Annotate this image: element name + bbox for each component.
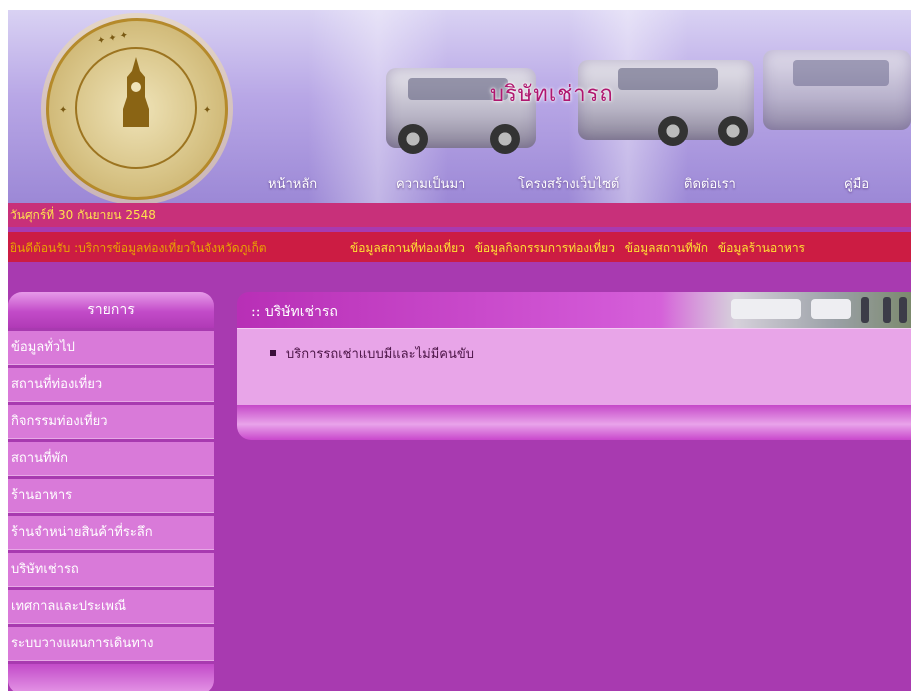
welcome-ticker: ยินดีต้อนรับ :บริการข้อมูลท่องเที่ยวในจั… <box>8 232 911 262</box>
welcome-text: ยินดีต้อนรับ :บริการข้อมูลท่องเที่ยวในจั… <box>10 241 267 255</box>
ticker-link-restaurants[interactable]: ข้อมูลร้านอาหาร <box>718 241 805 255</box>
top-navigation: หน้าหลัก ความเป็นมา โครงสร้างเว็บไซต์ ติ… <box>8 173 911 197</box>
panel-footer <box>237 405 911 440</box>
banner-vehicle-image <box>763 50 911 130</box>
sidebar-item-souvenir-shops[interactable]: ร้านจำหน่ายสินค้าที่ระลึก <box>8 516 214 550</box>
date-bar: วันศุกร์ที่ 30 กันยายน 2548 <box>8 203 911 227</box>
nav-contact[interactable]: ติดต่อเรา <box>684 173 736 194</box>
ticker-link-accommodation[interactable]: ข้อมูลสถานที่พัก <box>625 241 708 255</box>
content-panel: :: บริษัทเช่ารถ บริการรถเช่าแบบมีและไม่ม… <box>237 292 911 440</box>
sidebar-item-attractions[interactable]: สถานที่ท่องเที่ยว <box>8 368 214 402</box>
ticker-link-attractions[interactable]: ข้อมูลสถานที่ท่องเที่ยว <box>350 241 465 255</box>
nav-sitemap[interactable]: โครงสร้างเว็บไซต์ <box>518 173 619 194</box>
sidebar-item-car-rental[interactable]: บริษัทเช่ารถ <box>8 553 214 587</box>
ticker-links: ข้อมูลสถานที่ท่องเที่ยว ข้อมูลกิจกรรมการ… <box>350 239 811 258</box>
crown-emblem-icon <box>123 57 149 127</box>
panel-header: :: บริษัทเช่ารถ <box>237 292 911 328</box>
nav-history[interactable]: ความเป็นมา <box>396 173 465 194</box>
sidebar-item-trip-planner[interactable]: ระบบวางแผนการเดินทาง <box>8 627 214 661</box>
ticker-link-activities[interactable]: ข้อมูลกิจกรรมการท่องเที่ยว <box>475 241 615 255</box>
sidebar-item-accommodation[interactable]: สถานที่พัก <box>8 442 214 476</box>
current-date: วันศุกร์ที่ 30 กันยายน 2548 <box>10 208 156 222</box>
sidebar-menu: รายการ ข้อมูลทั่วไป สถานที่ท่องเที่ยว กิ… <box>8 292 214 691</box>
page-title: บริษัทเช่ารถ <box>490 82 614 107</box>
panel-body: บริการรถเช่าแบบมีและไม่มีคนขับ <box>237 328 911 405</box>
service-item-car-rental-with-without-driver[interactable]: บริการรถเช่าแบบมีและไม่มีคนขับ <box>286 343 474 364</box>
panel-header-photo <box>661 292 911 328</box>
page-frame: ✦ ✦ ✦ ✦ ✦ บริษัทเช่ารถ หน้าหลัก ความเป็น… <box>8 10 911 691</box>
sidebar-item-restaurants[interactable]: ร้านอาหาร <box>8 479 214 513</box>
sidebar-footer <box>8 664 214 691</box>
sidebar-item-general-info[interactable]: ข้อมูลทั่วไป <box>8 331 214 365</box>
header-banner: ✦ ✦ ✦ ✦ ✦ บริษัทเช่ารถ หน้าหลัก ความเป็น… <box>8 10 911 203</box>
square-bullet-icon <box>270 350 276 356</box>
panel-title: :: บริษัทเช่ารถ <box>251 304 338 320</box>
sidebar-title: รายการ <box>8 292 214 328</box>
sidebar-item-activities[interactable]: กิจกรรมท่องเที่ยว <box>8 405 214 439</box>
nav-manual[interactable]: คู่มือ <box>844 173 869 194</box>
sidebar-item-festivals[interactable]: เทศกาลและประเพณี <box>8 590 214 624</box>
nav-home[interactable]: หน้าหลัก <box>268 173 317 194</box>
